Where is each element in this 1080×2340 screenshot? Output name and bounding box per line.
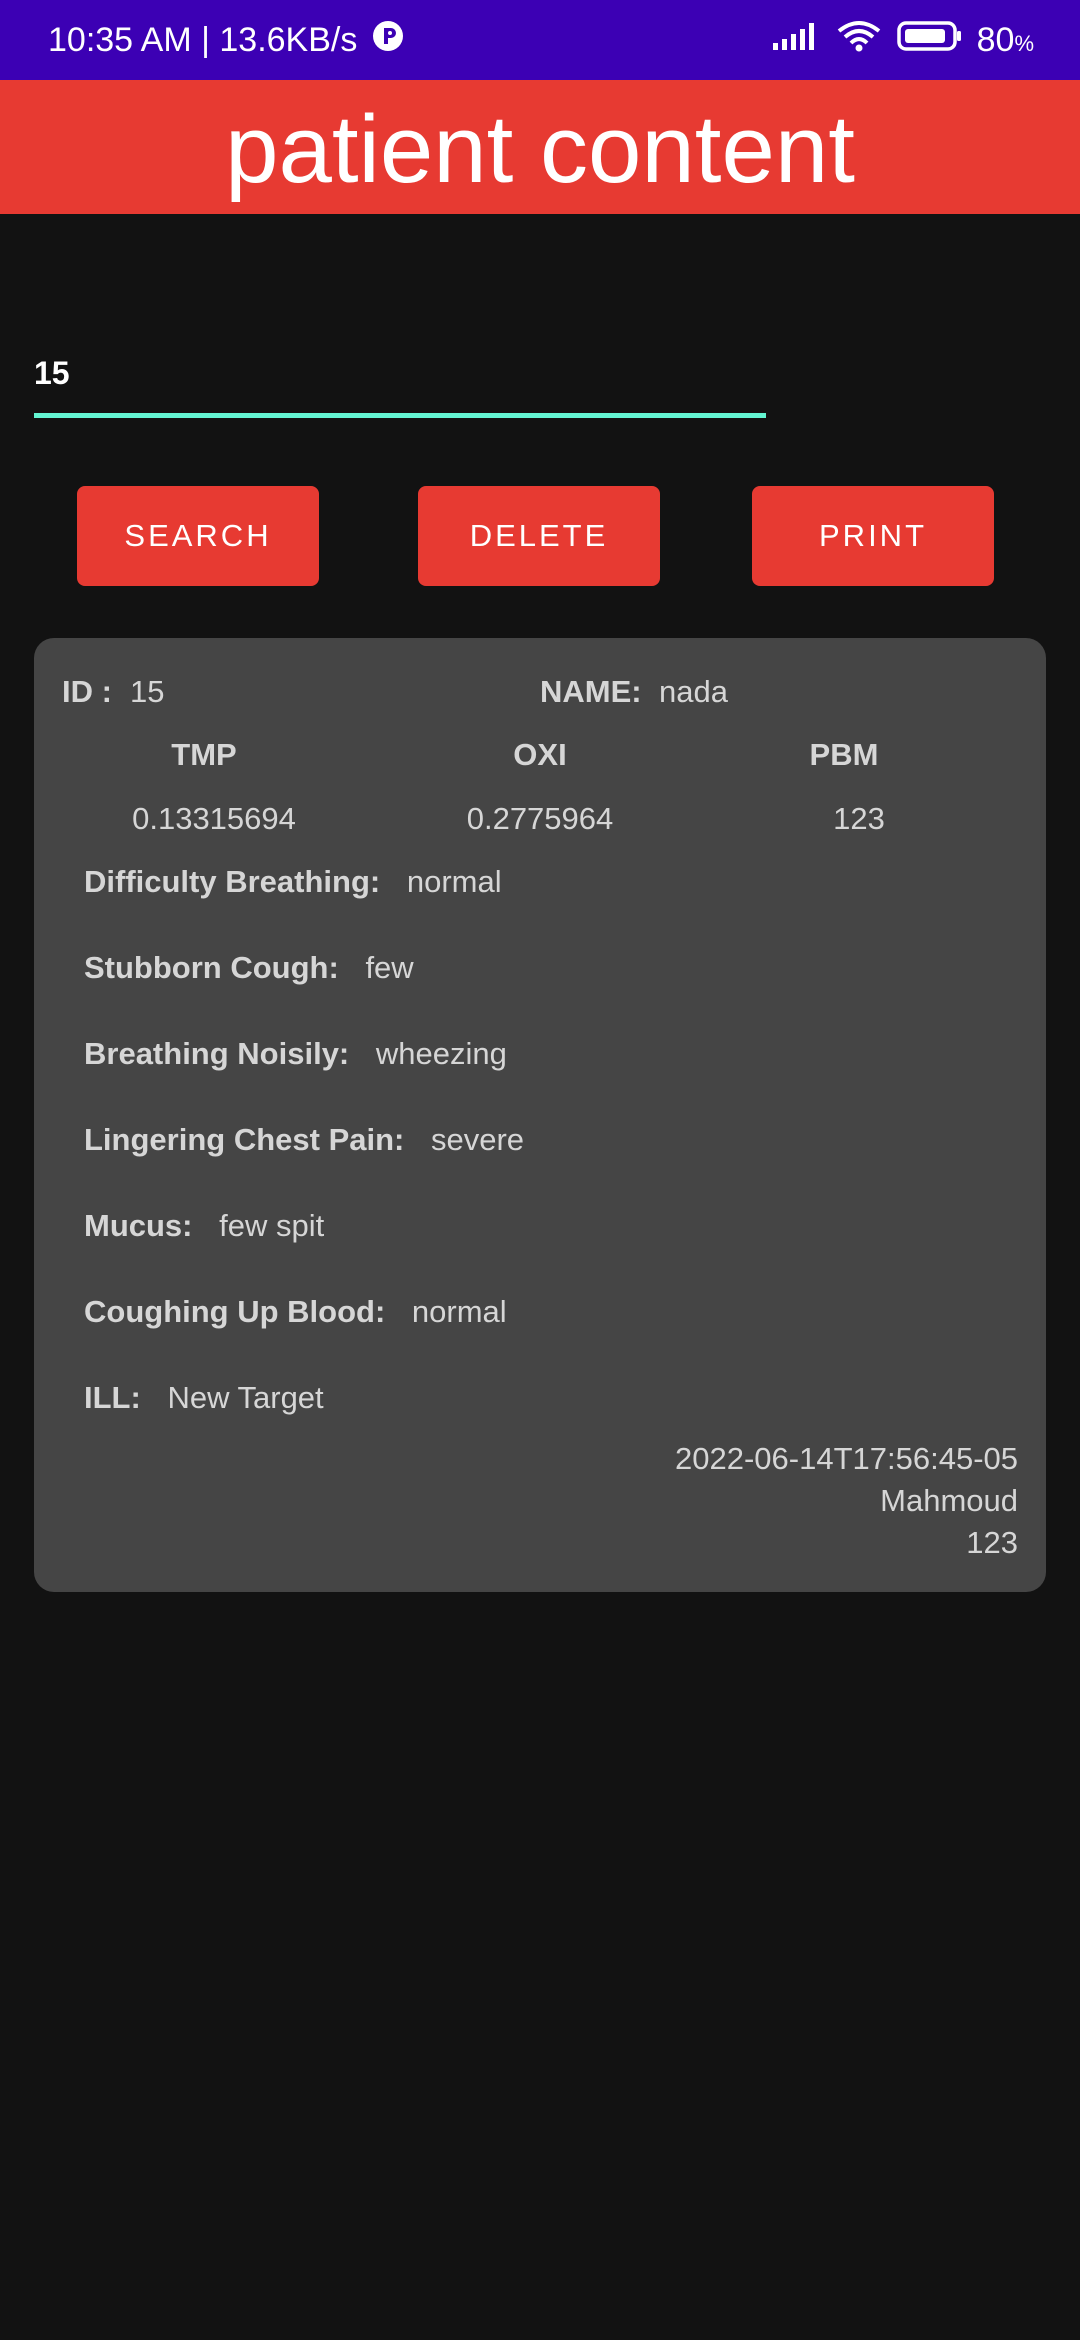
tmp-header: TMP [171, 737, 237, 772]
id-label: ID : [62, 674, 112, 709]
status-right: 80% [771, 19, 1034, 62]
field-value: normal [411, 1294, 507, 1329]
wifi-icon [835, 19, 883, 62]
pbm-value: 123 [833, 801, 885, 836]
field-value: New Target [167, 1380, 324, 1415]
search-button[interactable]: SEARCH [77, 486, 319, 586]
field-value: wheezing [375, 1036, 507, 1071]
oxi-value: 0.2775964 [466, 801, 614, 836]
name-value: nada [659, 674, 728, 709]
delete-button[interactable]: DELETE [418, 486, 660, 586]
field-label: Difficulty Breathing: [84, 864, 381, 899]
field-label: Stubborn Cough: [84, 950, 339, 985]
field-label: Lingering Chest Pain: [84, 1122, 405, 1157]
pbm-header: PBM [809, 737, 879, 772]
status-time-speed: 10:35 AM | 13.6KB/s [48, 20, 358, 59]
field-value: few spit [219, 1208, 325, 1243]
status-bar: 10:35 AM | 13.6KB/s 80% [0, 0, 1080, 80]
page-title: patient content [225, 96, 855, 203]
oxi-header: OXI [513, 737, 567, 772]
name-label: NAME: [540, 674, 642, 709]
field-row: Coughing Up Blood: normal [84, 1294, 507, 1330]
record-code: 123 [966, 1525, 1018, 1560]
field-row: Difficulty Breathing: normal [84, 864, 502, 900]
field-label: Coughing Up Blood: [84, 1294, 386, 1329]
patient-id-input[interactable] [34, 336, 766, 410]
field-row: Mucus: few spit [84, 1208, 324, 1244]
field-label: ILL: [84, 1380, 141, 1415]
patient-card: ID : 15 NAME: nada TMP OXI PBM 0.1331569… [34, 638, 1046, 1592]
signal-icon [771, 21, 821, 60]
battery-level: 80% [976, 20, 1034, 59]
field-value: few [365, 950, 414, 985]
patient-id-field[interactable] [34, 336, 766, 418]
battery-icon [896, 20, 963, 61]
field-value: normal [406, 864, 502, 899]
field-value: severe [430, 1122, 525, 1157]
doctor-name: Mahmoud [880, 1483, 1018, 1518]
field-row: Breathing Noisily: wheezing [84, 1036, 507, 1072]
record-timestamp: 2022-06-14T17:56:45-05 [675, 1441, 1018, 1476]
tmp-value: 0.13315694 [132, 801, 296, 836]
notification-app-icon [371, 19, 405, 62]
field-label: Mucus: [84, 1208, 193, 1243]
field-row: Stubborn Cough: few [84, 950, 414, 986]
field-row: ILL: New Target [84, 1380, 324, 1416]
app-bar: patient content [0, 80, 1080, 214]
field-row: Lingering Chest Pain: severe [84, 1122, 524, 1158]
status-left: 10:35 AM | 13.6KB/s [48, 19, 405, 62]
print-button[interactable]: PRINT [752, 486, 994, 586]
field-label: Breathing Noisily: [84, 1036, 350, 1071]
id-value: 15 [130, 674, 165, 709]
